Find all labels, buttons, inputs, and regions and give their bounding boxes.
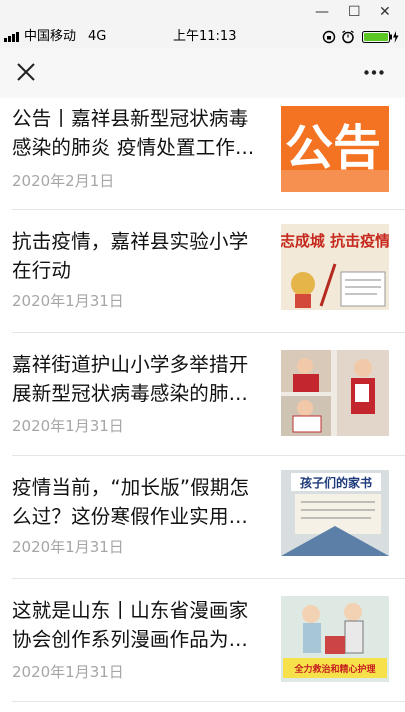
article-date: 2020年1月31日 xyxy=(12,663,124,681)
carrier-name: 中国移动 xyxy=(24,29,77,44)
drawing-thumbnail-image: 志成城 抗击疫情 xyxy=(281,224,389,310)
nav-bar xyxy=(0,48,405,98)
signal-icon xyxy=(4,32,19,42)
article-list: 公告丨嘉祥县新型冠状病毒感染的肺炎 疫情处置工作... 2020年2月1日 公告… xyxy=(0,98,405,702)
maximize-button[interactable]: ☐ xyxy=(348,3,361,21)
article-date: 2020年1月31日 xyxy=(12,417,124,435)
article-item[interactable]: 疫情当前，“加长版”假期怎么过？这份寒假作业实用... 2020年1月31日 孩… xyxy=(0,456,405,579)
window-titlebar: — ☐ ✕ xyxy=(0,0,405,26)
thumbnail-text: 志成城 抗击疫情 xyxy=(281,232,389,250)
article-thumbnail: 孩子们的家书 xyxy=(281,470,389,556)
network-type: 4G xyxy=(88,29,107,44)
article-item[interactable]: 嘉祥街道护山小学多举措开展新型冠状病毒感染的肺... 2020年1月31日 xyxy=(0,333,405,456)
alarm-icon xyxy=(342,30,354,44)
close-window-button[interactable]: ✕ xyxy=(379,3,391,21)
article-thumbnail: 全力救治和精心护理 xyxy=(281,596,389,682)
article-title: 疫情当前，“加长版”假期怎么过？这份寒假作业实用... xyxy=(12,476,250,528)
article-date: 2020年1月31日 xyxy=(12,538,124,556)
article-thumbnail: 志成城 抗击疫情 xyxy=(281,224,389,310)
thumbnail-text: 全力救治和精心护理 xyxy=(293,663,375,675)
divider xyxy=(12,701,405,702)
article-thumbnail xyxy=(281,350,389,436)
close-icon[interactable] xyxy=(17,63,35,81)
notice-thumbnail-image: 公告 xyxy=(281,106,389,192)
article-thumbnail: 公告 xyxy=(281,106,389,192)
article-title: 嘉祥街道护山小学多举措开展新型冠状病毒感染的肺... xyxy=(12,353,249,405)
students-thumbnail-image xyxy=(281,350,389,436)
article-item[interactable]: 公告丨嘉祥县新型冠状病毒感染的肺炎 疫情处置工作... 2020年2月1日 公告 xyxy=(0,98,405,210)
article-date: 2020年1月31日 xyxy=(12,292,124,310)
article-item[interactable]: 抗击疫情，嘉祥县实验小学在行动 2020年1月31日 志成城 抗击疫情 xyxy=(0,210,405,333)
minimize-button[interactable]: — xyxy=(315,3,329,21)
more-icon[interactable] xyxy=(364,70,384,75)
article-title: 这就是山东丨山东省漫画家协会创作系列漫画作品为... xyxy=(12,599,249,651)
article-item[interactable]: 这就是山东丨山东省漫画家协会创作系列漫画作品为... 2020年1月31日 全力… xyxy=(0,579,405,702)
article-title: 抗击疫情，嘉祥县实验小学在行动 xyxy=(12,230,249,282)
clock: 上午11:13 xyxy=(173,29,237,44)
thumbnail-text: 公告 xyxy=(285,120,381,176)
thumbnail-text: 孩子们的家书 xyxy=(300,475,372,490)
battery-icon xyxy=(362,31,399,43)
letter-thumbnail-image: 孩子们的家书 xyxy=(281,470,389,556)
article-title: 公告丨嘉祥县新型冠状病毒感染的肺炎 疫情处置工作... xyxy=(12,107,255,159)
rotation-lock-icon xyxy=(322,30,336,44)
status-bar: 中国移动 4G 上午11:13 xyxy=(0,26,405,48)
article-date: 2020年2月1日 xyxy=(12,172,115,190)
comic-thumbnail-image: 全力救治和精心护理 xyxy=(281,596,389,682)
